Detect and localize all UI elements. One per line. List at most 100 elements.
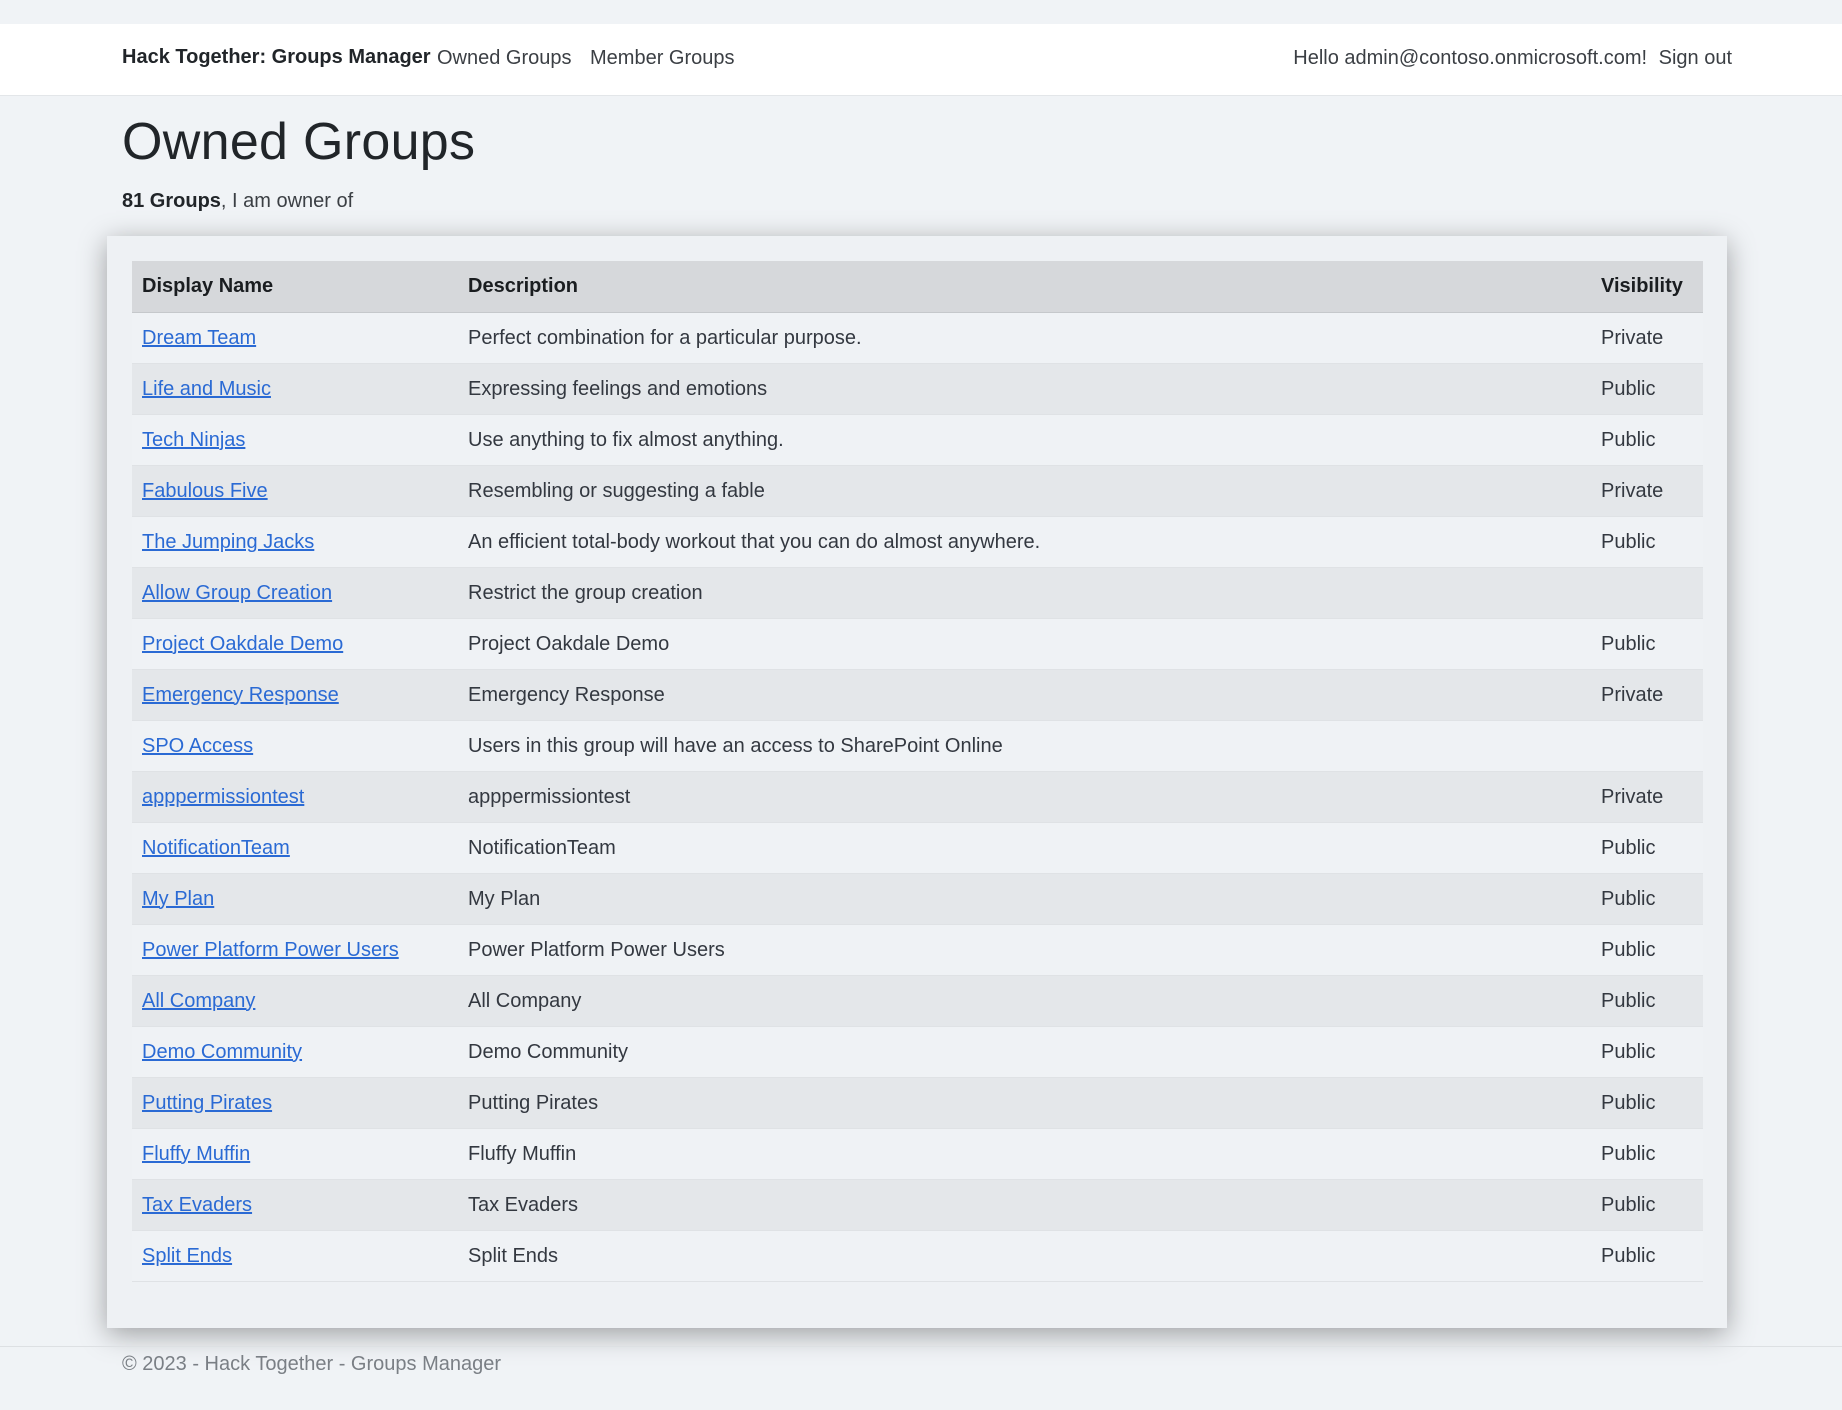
group-name-link[interactable]: My Plan	[142, 888, 214, 910]
group-name-link[interactable]: Life and Music	[142, 378, 271, 400]
cell-description: Demo Community	[458, 1026, 1591, 1078]
group-name-link[interactable]: Allow Group Creation	[142, 582, 332, 604]
user-area: Hello admin@contoso.onmicrosoft.com! Sig…	[1293, 47, 1732, 70]
nav-link-member-groups[interactable]: Member Groups	[590, 47, 735, 70]
cell-display-name: Split Ends	[132, 1230, 458, 1282]
nav-link-owned-groups[interactable]: Owned Groups	[437, 47, 572, 70]
group-name-link[interactable]: Tax Evaders	[142, 1194, 252, 1216]
cell-description: Split Ends	[458, 1230, 1591, 1282]
cell-visibility: Private	[1591, 312, 1703, 364]
group-name-link[interactable]: SPO Access	[142, 735, 253, 757]
group-name-link[interactable]: Tech Ninjas	[142, 429, 245, 451]
cell-visibility: Private	[1591, 669, 1703, 721]
cell-description: Use anything to fix almost anything.	[458, 414, 1591, 466]
group-name-link[interactable]: NotificationTeam	[142, 837, 290, 859]
column-header-description: Description	[458, 261, 1591, 313]
group-count-text: 81 Groups, I am owner of	[122, 190, 353, 213]
cell-display-name: The Jumping Jacks	[132, 516, 458, 568]
cell-description: Expressing feelings and emotions	[458, 363, 1591, 415]
cell-visibility: Public	[1591, 975, 1703, 1027]
group-name-link[interactable]: Demo Community	[142, 1041, 302, 1063]
footer-divider	[0, 1346, 1842, 1347]
cell-visibility: Public	[1591, 363, 1703, 415]
cell-visibility: Public	[1591, 924, 1703, 976]
cell-display-name: Tax Evaders	[132, 1179, 458, 1231]
cell-display-name: Life and Music	[132, 363, 458, 415]
cell-display-name: All Company	[132, 975, 458, 1027]
group-name-link[interactable]: Emergency Response	[142, 684, 339, 706]
cell-display-name: My Plan	[132, 873, 458, 925]
cell-display-name: Dream Team	[132, 312, 458, 364]
cell-visibility: Public	[1591, 1179, 1703, 1231]
cell-display-name: Putting Pirates	[132, 1077, 458, 1129]
cell-description: Power Platform Power Users	[458, 924, 1591, 976]
cell-display-name: Project Oakdale Demo	[132, 618, 458, 670]
cell-description: Project Oakdale Demo	[458, 618, 1591, 670]
table-row: Emergency Response Emergency Response Priv…	[132, 669, 1703, 721]
table-body: Dream Team Perfect combination for a part…	[132, 312, 1703, 1282]
group-name-link[interactable]: apppermissiontest	[142, 786, 304, 808]
table-row: NotificationTeam NotificationTeam Public	[132, 822, 1703, 874]
group-name-link[interactable]: Putting Pirates	[142, 1092, 272, 1114]
cell-description: Tax Evaders	[458, 1179, 1591, 1231]
cell-display-name: Power Platform Power Users	[132, 924, 458, 976]
cell-visibility: Public	[1591, 414, 1703, 466]
cell-display-name: Fluffy Muffin	[132, 1128, 458, 1180]
table-row: Tech Ninjas Use anything to fix almost an…	[132, 414, 1703, 466]
table-row: Tax Evaders Tax Evaders Public	[132, 1179, 1703, 1231]
cell-description: Restrict the group creation	[458, 567, 1591, 619]
group-count-suffix: , I am owner of	[220, 190, 354, 212]
group-name-link[interactable]: Fluffy Muffin	[142, 1143, 250, 1165]
cell-description: Emergency Response	[458, 669, 1591, 721]
cell-visibility: Public	[1591, 873, 1703, 925]
table-row: All Company All Company Public	[132, 975, 1703, 1027]
table-row: Dream Team Perfect combination for a part…	[132, 312, 1703, 364]
table-row: Demo Community Demo Community Public	[132, 1026, 1703, 1078]
table-row: SPO Access Users in this group will have …	[132, 720, 1703, 772]
group-name-link[interactable]: Dream Team	[142, 327, 256, 349]
cell-visibility: Private	[1591, 465, 1703, 517]
column-header-display-name: Display Name	[132, 261, 458, 313]
cell-description: Fluffy Muffin	[458, 1128, 1591, 1180]
group-name-link[interactable]: The Jumping Jacks	[142, 531, 314, 553]
cell-description: apppermissiontest	[458, 771, 1591, 823]
cell-display-name: NotificationTeam	[132, 822, 458, 874]
cell-display-name: Tech Ninjas	[132, 414, 458, 466]
cell-visibility: Public	[1591, 822, 1703, 874]
column-header-visibility: Visibility	[1591, 261, 1703, 313]
table-row: Putting Pirates Putting Pirates Public	[132, 1077, 1703, 1129]
group-name-link[interactable]: Split Ends	[142, 1245, 232, 1267]
group-name-link[interactable]: Fabulous Five	[142, 480, 268, 502]
group-name-link[interactable]: Power Platform Power Users	[142, 939, 399, 961]
cell-visibility: Public	[1591, 516, 1703, 568]
table-row: Split Ends Split Ends Public	[132, 1230, 1703, 1282]
group-name-link[interactable]: All Company	[142, 990, 255, 1012]
groups-table: Display Name Description Visibility Drea…	[132, 261, 1703, 1282]
cell-visibility: Public	[1591, 618, 1703, 670]
cell-display-name: Allow Group Creation	[132, 567, 458, 619]
table-row: My Plan My Plan Public	[132, 873, 1703, 925]
sign-out-link[interactable]: Sign out	[1659, 47, 1732, 69]
user-greeting: Hello admin@contoso.onmicrosoft.com!	[1293, 47, 1648, 69]
cell-display-name: apppermissiontest	[132, 771, 458, 823]
cell-description: NotificationTeam	[458, 822, 1591, 874]
cell-display-name: SPO Access	[132, 720, 458, 772]
top-navbar: Hack Together: Groups Manager Owned Grou…	[0, 24, 1842, 96]
table-row: apppermissiontest apppermissiontest Privat…	[132, 771, 1703, 823]
table-row: Life and Music Expressing feelings and em…	[132, 363, 1703, 415]
cell-description: All Company	[458, 975, 1591, 1027]
table-row: Project Oakdale Demo Project Oakdale Demo…	[132, 618, 1703, 670]
page-title: Owned Groups	[122, 113, 476, 171]
cell-description: An efficient total-body workout that you…	[458, 516, 1591, 568]
cell-description: Perfect combination for a particular pur…	[458, 312, 1591, 364]
cell-visibility	[1591, 567, 1703, 619]
app-brand[interactable]: Hack Together: Groups Manager	[122, 46, 431, 69]
group-name-link[interactable]: Project Oakdale Demo	[142, 633, 343, 655]
cell-visibility	[1591, 720, 1703, 772]
cell-visibility: Public	[1591, 1026, 1703, 1078]
cell-display-name: Emergency Response	[132, 669, 458, 721]
table-row: The Jumping Jacks An efficient total-body…	[132, 516, 1703, 568]
table-row: Power Platform Power Users Power Platform…	[132, 924, 1703, 976]
cell-visibility: Public	[1591, 1077, 1703, 1129]
cell-visibility: Public	[1591, 1128, 1703, 1180]
